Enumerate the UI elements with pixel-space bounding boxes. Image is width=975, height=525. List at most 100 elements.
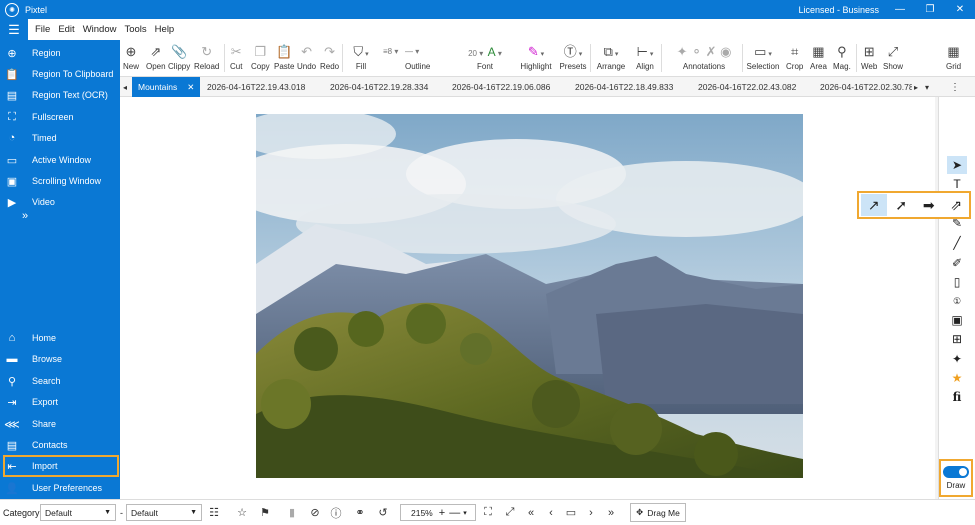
arrange-button[interactable]: ⧉ ▾ Arrange xyxy=(596,42,626,76)
stamp-icon[interactable]: ⊞ xyxy=(947,330,967,348)
hamburger-menu-icon[interactable]: ☰ xyxy=(0,19,28,40)
info-icon[interactable]: ⓘ xyxy=(328,504,344,521)
reload-button[interactable]: ↻ Reload xyxy=(194,42,219,76)
arrow-block-icon[interactable]: ➡ xyxy=(916,194,942,216)
draw-toggle[interactable] xyxy=(943,466,969,478)
tab-scroll-left-icon[interactable]: ◂ xyxy=(123,77,127,97)
minimize-button[interactable]: — xyxy=(885,0,915,19)
sidebar-item-video[interactable]: ▶ Video xyxy=(4,192,118,212)
fit-icon[interactable]: ⛶ xyxy=(480,504,496,521)
zoom-out-icon[interactable]: — xyxy=(449,507,460,519)
step-number-icon[interactable]: ① xyxy=(947,292,967,310)
grid-button[interactable]: ▦ Grid xyxy=(946,42,961,76)
tab-capture-3[interactable]: 2026-04-16T22.19.06.086 xyxy=(452,77,550,97)
last-icon[interactable]: » xyxy=(603,504,619,521)
outline-button[interactable]: ≡8 ▾ — ▾ Outline xyxy=(383,42,453,76)
zoom-control[interactable]: 215% + — ▾ xyxy=(400,504,476,521)
star-icon[interactable]: ★ xyxy=(947,369,967,387)
tab-scroll-right-icon[interactable]: ▸ xyxy=(914,77,918,97)
selection-button[interactable]: ▭ ▾ Selection xyxy=(746,42,780,76)
cut-button[interactable]: ✂ Cut xyxy=(230,42,242,76)
bookmark-icon[interactable]: ▮ xyxy=(284,504,300,521)
marker-icon[interactable]: ✐ xyxy=(947,254,967,272)
sidebar-item-import[interactable]: ⇤ Import xyxy=(3,455,119,477)
presets-button[interactable]: Ⓣ ▾ Presets xyxy=(559,42,587,76)
clippy-button[interactable]: 📎 Clippy xyxy=(168,42,190,76)
menu-window[interactable]: Window xyxy=(83,24,117,35)
tab-capture-4[interactable]: 2026-04-16T22.18.49.833 xyxy=(575,77,673,97)
area-button[interactable]: ▦ Area xyxy=(810,42,827,76)
sidebar-item-region-to-clipboard[interactable]: 📋 Region To Clipboard xyxy=(4,64,118,84)
image-icon[interactable]: ▣ xyxy=(947,311,967,329)
drag-me-button[interactable]: ✥ Drag Me xyxy=(630,503,686,522)
flag-icon[interactable]: ⚑ xyxy=(257,504,273,521)
annotations-button[interactable]: ✦ ⚬ ✗ ◉ Annotations xyxy=(668,42,740,76)
tab-menu-icon[interactable]: ⋮ xyxy=(950,77,960,97)
undo-button[interactable]: ↶ Undo xyxy=(297,42,316,76)
history-icon[interactable]: ↺ xyxy=(375,504,391,521)
fill-button[interactable]: ⛉ ▾ Fill xyxy=(346,42,376,76)
highlight-button[interactable]: ✎ ▾ Highlight xyxy=(520,42,552,76)
previous-icon[interactable]: ‹ xyxy=(543,504,559,521)
sidebar-item-active-window[interactable]: ▭ Active Window xyxy=(4,150,118,170)
redo-button[interactable]: ↷ Redo xyxy=(320,42,339,76)
sidebar-item-browse[interactable]: ▬ Browse xyxy=(4,349,118,369)
line-icon[interactable]: ╱ xyxy=(947,234,967,252)
tab-capture-1[interactable]: 2026-04-16T22.19.43.018 xyxy=(207,77,305,97)
menu-edit[interactable]: Edit xyxy=(58,24,74,35)
mountain-photo[interactable] xyxy=(256,114,803,478)
page-icon[interactable]: ▯ xyxy=(947,273,967,291)
tab-capture-2[interactable]: 2026-04-16T22.19.28.334 xyxy=(330,77,428,97)
tab-capture-6[interactable]: 2026-04-16T22.02.30.78 xyxy=(820,77,912,97)
editor-canvas[interactable] xyxy=(120,97,935,499)
magnify-button[interactable]: ⚲ Mag. xyxy=(833,42,851,76)
sidebar-item-scrolling-window[interactable]: ▣ Scrolling Window xyxy=(4,171,118,191)
sidebar-item-timed[interactable]: ◔ Timed xyxy=(4,128,118,148)
sidebar-more-icon[interactable]: » xyxy=(22,210,28,222)
sidebar-item-share[interactable]: ⋘ Share xyxy=(4,414,118,434)
sparkle-icon[interactable]: ✦ xyxy=(947,350,967,368)
next-icon[interactable]: › xyxy=(583,504,599,521)
zoom-in-icon[interactable]: + xyxy=(439,507,445,519)
copy-button[interactable]: ❐ Copy xyxy=(251,42,270,76)
menu-file[interactable]: File xyxy=(35,24,50,35)
chevron-down-icon[interactable]: ▾ xyxy=(463,509,467,517)
new-button[interactable]: ⊕ New xyxy=(123,42,139,76)
close-button[interactable]: ✕ xyxy=(945,0,975,19)
paste-button[interactable]: 📋 Paste xyxy=(274,42,294,76)
star-outline-icon[interactable]: ☆ xyxy=(234,504,250,521)
category-select[interactable]: Default ▼ xyxy=(40,504,116,521)
tab-capture-5[interactable]: 2026-04-16T22.02.43.082 xyxy=(698,77,796,97)
expand-icon[interactable]: ⤢ xyxy=(502,504,518,521)
show-button[interactable]: ⤢ Show xyxy=(883,42,903,76)
crop-button[interactable]: ⌗ Crop xyxy=(786,42,803,76)
tag-icon[interactable]: ⊘ xyxy=(307,504,323,521)
sidebar-item-fullscreen[interactable]: ⛶ Fullscreen xyxy=(4,107,118,127)
ligature-icon[interactable]: fi xyxy=(947,388,967,406)
sidebar-item-home[interactable]: ⌂ Home xyxy=(4,328,118,348)
restore-button[interactable]: ❐ xyxy=(915,0,945,19)
font-button[interactable]: 20 ▾ A ▾ Font xyxy=(454,42,516,76)
menu-tools[interactable]: Tools xyxy=(124,24,146,35)
sidebar-item-contacts[interactable]: ▤ Contacts xyxy=(4,435,118,455)
sidebar-item-region[interactable]: ⊕ Region xyxy=(4,43,118,63)
tab-list-dropdown-icon[interactable]: ▾ xyxy=(925,77,929,97)
sidebar-item-search[interactable]: ⚲ Search xyxy=(4,371,118,391)
link-icon[interactable]: ⚭ xyxy=(352,504,368,521)
style-select[interactable]: Default ▼ xyxy=(126,504,202,521)
sidebar-item-user-preferences[interactable]: 👤 User Preferences xyxy=(4,478,118,498)
open-button[interactable]: ⇗ Open xyxy=(146,42,166,76)
tab-mountains[interactable]: Mountains ✕ xyxy=(132,77,201,97)
sidebar-item-export[interactable]: ⇥ Export xyxy=(4,392,118,412)
arrow-thin-icon[interactable]: ↗ xyxy=(861,194,887,216)
first-icon[interactable]: « xyxy=(523,504,539,521)
pointer-icon[interactable]: ➤ xyxy=(947,156,967,174)
sidebar-item-region-text-ocr[interactable]: ▤ Region Text (OCR) xyxy=(4,85,118,105)
menu-help[interactable]: Help xyxy=(155,24,175,35)
arrow-bold-icon[interactable]: ➚ xyxy=(889,194,915,216)
arrow-open-icon[interactable]: ⇗ xyxy=(944,194,970,216)
web-button[interactable]: ⊞ Web xyxy=(861,42,877,76)
close-icon[interactable]: ✕ xyxy=(187,82,194,93)
notes-icon[interactable]: ☷ xyxy=(206,504,222,521)
window-icon[interactable]: ▭ xyxy=(563,504,579,521)
